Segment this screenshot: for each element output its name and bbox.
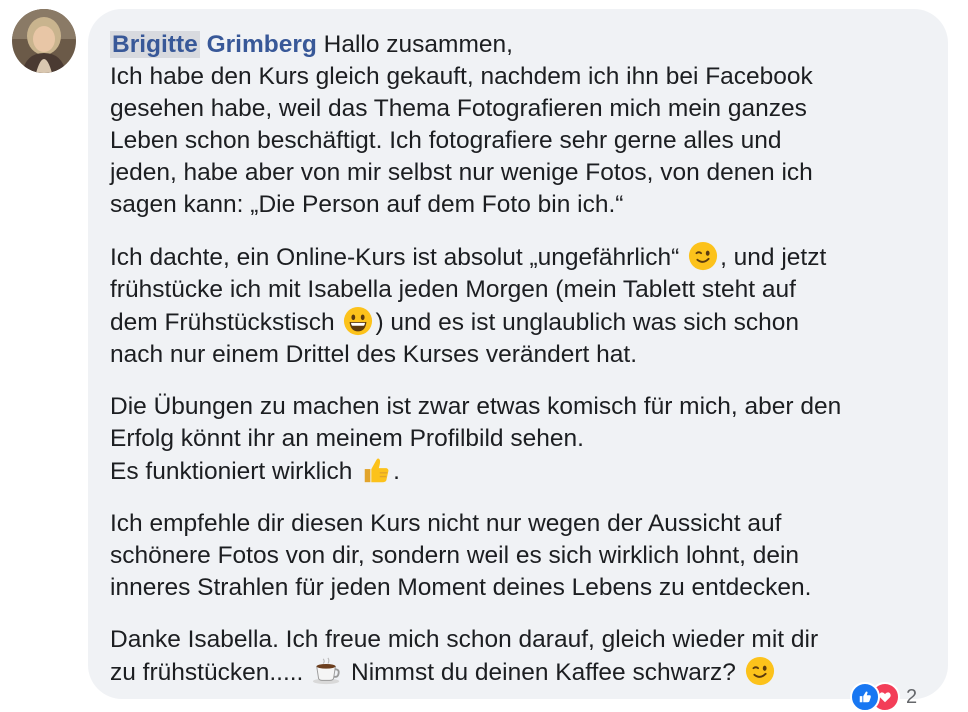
author-name[interactable]: Brigitte Grimberg	[110, 31, 317, 58]
text-segment: Nimmst du deinen Kaffee schwarz?	[351, 659, 736, 686]
comment-bubble: Brigitte Grimberg Hallo zusammen, Ich ha…	[88, 9, 948, 699]
text-segment: dem Frühstückstisch	[110, 309, 335, 336]
text-line: frühstücke ich mit Isabella jeden Morgen…	[110, 276, 796, 303]
avatar[interactable]	[12, 9, 76, 73]
author-last-name[interactable]: Grimberg	[207, 31, 317, 58]
author-first-name[interactable]: Brigitte	[110, 31, 200, 58]
text-line: sagen kann: „Die Person auf dem Foto bin…	[110, 191, 624, 218]
text-line: jeden, habe aber von mir selbst nur weni…	[110, 159, 813, 186]
text-line: inneres Strahlen für jeden Moment deines…	[110, 574, 812, 601]
text-line: Ich dachte, ein Online-Kurs ist absolut …	[110, 241, 922, 274]
text-line: dem Frühstückstisch ) und es ist unglaub…	[110, 306, 922, 339]
text-segment: .	[393, 458, 400, 485]
text-line: schönere Fotos von dir, sondern weil es …	[110, 542, 800, 569]
paragraph-5: Danke Isabella. Ich freue mich schon dar…	[110, 624, 922, 689]
text-line: nach nur einem Drittel des Kurses veränd…	[110, 341, 638, 368]
text-line: Hallo zusammen,	[323, 31, 513, 58]
text-line: Die Übungen zu machen ist zwar etwas kom…	[110, 393, 842, 420]
grin-emoji	[344, 306, 373, 336]
text-line: Erfolg könnt ihr an meinem Profilbild se…	[110, 425, 584, 452]
profile-photo	[12, 9, 76, 73]
reaction-count: 2	[906, 685, 918, 708]
paragraph-1: Brigitte Grimberg Hallo zusammen, Ich ha…	[110, 29, 922, 221]
wink-emoji	[689, 241, 718, 271]
text-segment: zu frühstücken.....	[110, 659, 304, 686]
wink-emoji	[745, 656, 774, 686]
text-segment: Es funktioniert wirklich	[110, 458, 353, 485]
coffee-emoji	[313, 657, 340, 685]
like-icon	[850, 682, 880, 712]
thumbs-up-emoji	[364, 458, 389, 483]
text-segment: , und jetzt	[720, 244, 827, 271]
text-line: Ich habe den Kurs gleich gekauft, nachde…	[110, 63, 813, 90]
text-line: Leben schon beschäftigt. Ich fotografier…	[110, 127, 782, 154]
text-segment: Ich dachte, ein Online-Kurs ist absolut …	[110, 244, 680, 271]
text-line: Es funktioniert wirklich .	[110, 455, 922, 488]
paragraph-3: Die Übungen zu machen ist zwar etwas kom…	[110, 391, 922, 488]
paragraph-4: Ich empfehle dir diesen Kurs nicht nur w…	[110, 508, 922, 604]
reactions-summary[interactable]: 2	[850, 682, 917, 712]
text-line: Ich empfehle dir diesen Kurs nicht nur w…	[110, 510, 782, 537]
text-line: zu frühstücken..... Nimmst du deinen Kaf…	[110, 656, 922, 689]
paragraph-2: Ich dachte, ein Online-Kurs ist absolut …	[110, 241, 922, 371]
text-line: gesehen habe, weil das Thema Fotografier…	[110, 95, 807, 122]
text-line: Danke Isabella. Ich freue mich schon dar…	[110, 626, 819, 653]
text-segment: ) und es ist unglaublich was sich schon	[375, 309, 800, 336]
comment-first-line: Brigitte Grimberg Hallo zusammen,	[110, 29, 922, 61]
